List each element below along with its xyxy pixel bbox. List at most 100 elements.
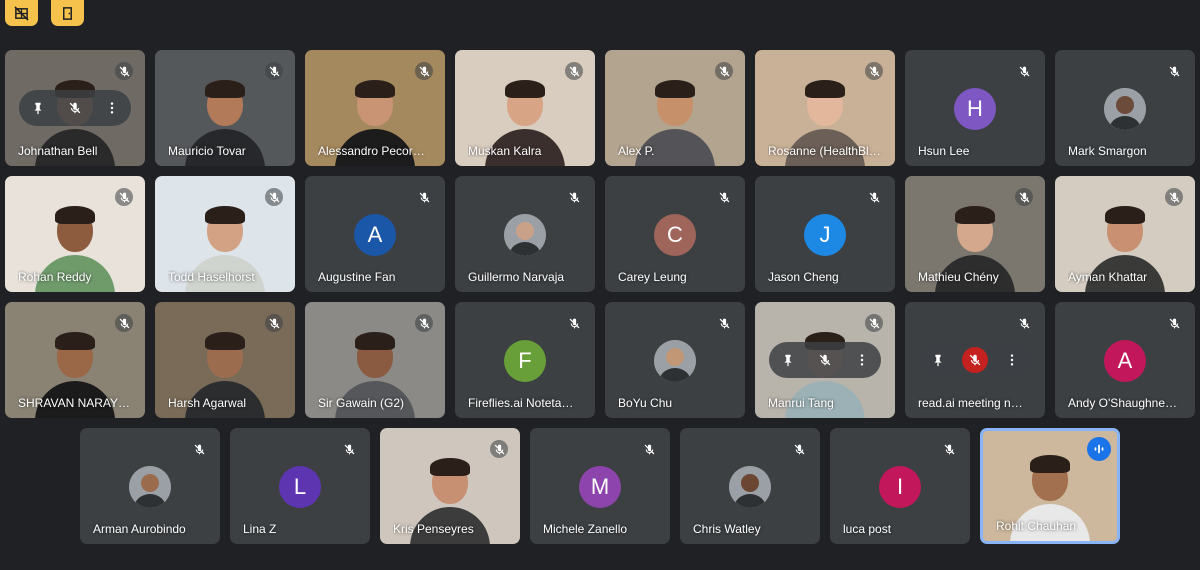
- mic-off-icon: [1015, 314, 1033, 332]
- participant-tile[interactable]: Guillermo Narvaja: [455, 176, 595, 292]
- participant-tile[interactable]: Mathieu Chény: [905, 176, 1045, 292]
- participant-tile[interactable]: A Andy O'Shaughne…: [1055, 302, 1195, 418]
- mic-off-icon: [1165, 62, 1183, 80]
- participant-row: Arman Aurobindo L Lina Z Kris Penseyres M Mic…: [0, 428, 1200, 544]
- participant-tile[interactable]: Mauricio Tovar: [155, 50, 295, 166]
- participant-name: Alex P.: [618, 144, 655, 158]
- mic-off-icon[interactable]: [62, 95, 88, 121]
- participant-avatar: A: [354, 214, 396, 256]
- mic-off-icon: [715, 314, 733, 332]
- participant-name: BoYu Chu: [618, 396, 673, 410]
- pin-icon[interactable]: [925, 347, 951, 373]
- mic-off-icon[interactable]: [812, 347, 838, 373]
- participant-tile[interactable]: Muskan Kalra: [455, 50, 595, 166]
- participant-name: Hsun Lee: [918, 144, 970, 158]
- participant-row: SHRAVAN NARAY… Harsh Agarwal Sir Gawain (G…: [0, 302, 1200, 418]
- participant-name: Sir Gawain (G2): [318, 396, 405, 410]
- participant-tile[interactable]: read.ai meeting n…: [905, 302, 1045, 418]
- mic-off-icon: [865, 62, 883, 80]
- mic-off-icon: [1165, 314, 1183, 332]
- tile-hover-controls: [769, 342, 881, 378]
- participant-name: Rosanne (HealthBl…: [768, 144, 881, 158]
- participant-name: Muskan Kalra: [468, 144, 542, 158]
- participant-tile[interactable]: Sir Gawain (G2): [305, 302, 445, 418]
- participant-tile[interactable]: Johnathan Bell: [5, 50, 145, 166]
- participant-avatar: J: [804, 214, 846, 256]
- no-video-grid-icon: [14, 5, 29, 21]
- participant-name: Chris Watley: [693, 522, 761, 536]
- participant-avatar: L: [279, 466, 321, 508]
- mic-off-icon: [415, 314, 433, 332]
- participant-name: Alessandro Pecor…: [318, 144, 425, 158]
- participant-tile[interactable]: J Jason Cheng: [755, 176, 895, 292]
- participant-tile[interactable]: Arman Aurobindo: [80, 428, 220, 544]
- participant-tile[interactable]: Harsh Agarwal: [155, 302, 295, 418]
- mic-off-icon: [640, 440, 658, 458]
- tile-hover-controls: [919, 342, 1031, 378]
- participant-row: Rohan Reddy Todd Haselhorst A Augustine Fan…: [0, 176, 1200, 292]
- participant-tile[interactable]: Rohan Reddy: [5, 176, 145, 292]
- participant-name: Lina Z: [243, 522, 277, 536]
- participant-name: SHRAVAN NARAY…: [18, 396, 131, 410]
- participant-name: Harsh Agarwal: [168, 396, 247, 410]
- participant-tile[interactable]: C Carey Leung: [605, 176, 745, 292]
- mic-off-icon: [1015, 188, 1033, 206]
- participant-tile[interactable]: SHRAVAN NARAY…: [5, 302, 145, 418]
- participant-name: luca post: [843, 522, 892, 536]
- participant-name: Mathieu Chény: [918, 270, 999, 284]
- participant-name: Andy O'Shaughne…: [1068, 396, 1178, 410]
- pin-icon[interactable]: [25, 95, 51, 121]
- participant-tile[interactable]: Alessandro Pecor…: [305, 50, 445, 166]
- participant-name: Fireflies.ai Noteta…: [468, 396, 574, 410]
- mic-off-icon: [190, 440, 208, 458]
- mic-off-icon: [415, 188, 433, 206]
- more-options-icon[interactable]: [849, 347, 875, 373]
- more-options-icon[interactable]: [999, 347, 1025, 373]
- mic-off-icon: [340, 440, 358, 458]
- participant-tile[interactable]: Alex P.: [605, 50, 745, 166]
- mic-off-icon: [715, 62, 733, 80]
- pin-icon[interactable]: [775, 347, 801, 373]
- participant-name: Rohit Chauhan: [996, 519, 1077, 533]
- participant-name: Manrui Tang: [768, 396, 834, 410]
- participant-avatar: F: [504, 340, 546, 382]
- mic-off-icon: [565, 188, 583, 206]
- mic-off-icon: [940, 440, 958, 458]
- door-exit-icon: [63, 6, 72, 20]
- participant-tile[interactable]: Kris Penseyres: [380, 428, 520, 544]
- participant-name: Mark Smargon: [1068, 144, 1147, 158]
- participant-tile[interactable]: Rohit Chauhan: [980, 428, 1120, 544]
- participant-name: Jason Cheng: [768, 270, 839, 284]
- participant-name: Guillermo Narvaja: [468, 270, 565, 284]
- participant-tile[interactable]: Rosanne (HealthBl…: [755, 50, 895, 166]
- tile-hover-controls: [19, 90, 131, 126]
- participant-tile[interactable]: Manrui Tang: [755, 302, 895, 418]
- more-options-icon[interactable]: [99, 95, 125, 121]
- participant-tile[interactable]: M Michele Zanello: [530, 428, 670, 544]
- participant-tile[interactable]: Mark Smargon: [1055, 50, 1195, 166]
- toolbar-grid-button[interactable]: [5, 0, 38, 26]
- mic-off-icon: [865, 314, 883, 332]
- participant-name: Augustine Fan: [318, 270, 396, 284]
- participant-tile[interactable]: Chris Watley: [680, 428, 820, 544]
- mic-off-icon[interactable]: [961, 347, 988, 373]
- participant-row: Johnathan Bell Mauricio Tovar Alessandro P…: [0, 50, 1200, 166]
- participant-name: Kris Penseyres: [393, 522, 474, 536]
- participant-tile[interactable]: F Fireflies.ai Noteta…: [455, 302, 595, 418]
- mic-off-icon: [265, 314, 283, 332]
- participant-tile[interactable]: L Lina Z: [230, 428, 370, 544]
- participant-avatar: A: [1104, 340, 1146, 382]
- participant-tile[interactable]: A Augustine Fan: [305, 176, 445, 292]
- toolbar-door-button[interactable]: [51, 0, 84, 26]
- participant-tile[interactable]: BoYu Chu: [605, 302, 745, 418]
- mic-off-icon: [565, 62, 583, 80]
- mic-off-icon: [265, 188, 283, 206]
- mic-off-icon: [415, 62, 433, 80]
- participant-tile[interactable]: Ayman Khattar: [1055, 176, 1195, 292]
- participant-name: Mauricio Tovar: [168, 144, 246, 158]
- participant-tile[interactable]: H Hsun Lee: [905, 50, 1045, 166]
- participant-avatar: M: [579, 466, 621, 508]
- participant-tile[interactable]: Todd Haselhorst: [155, 176, 295, 292]
- mic-off-icon: [1165, 188, 1183, 206]
- participant-tile[interactable]: Iluca post: [830, 428, 970, 544]
